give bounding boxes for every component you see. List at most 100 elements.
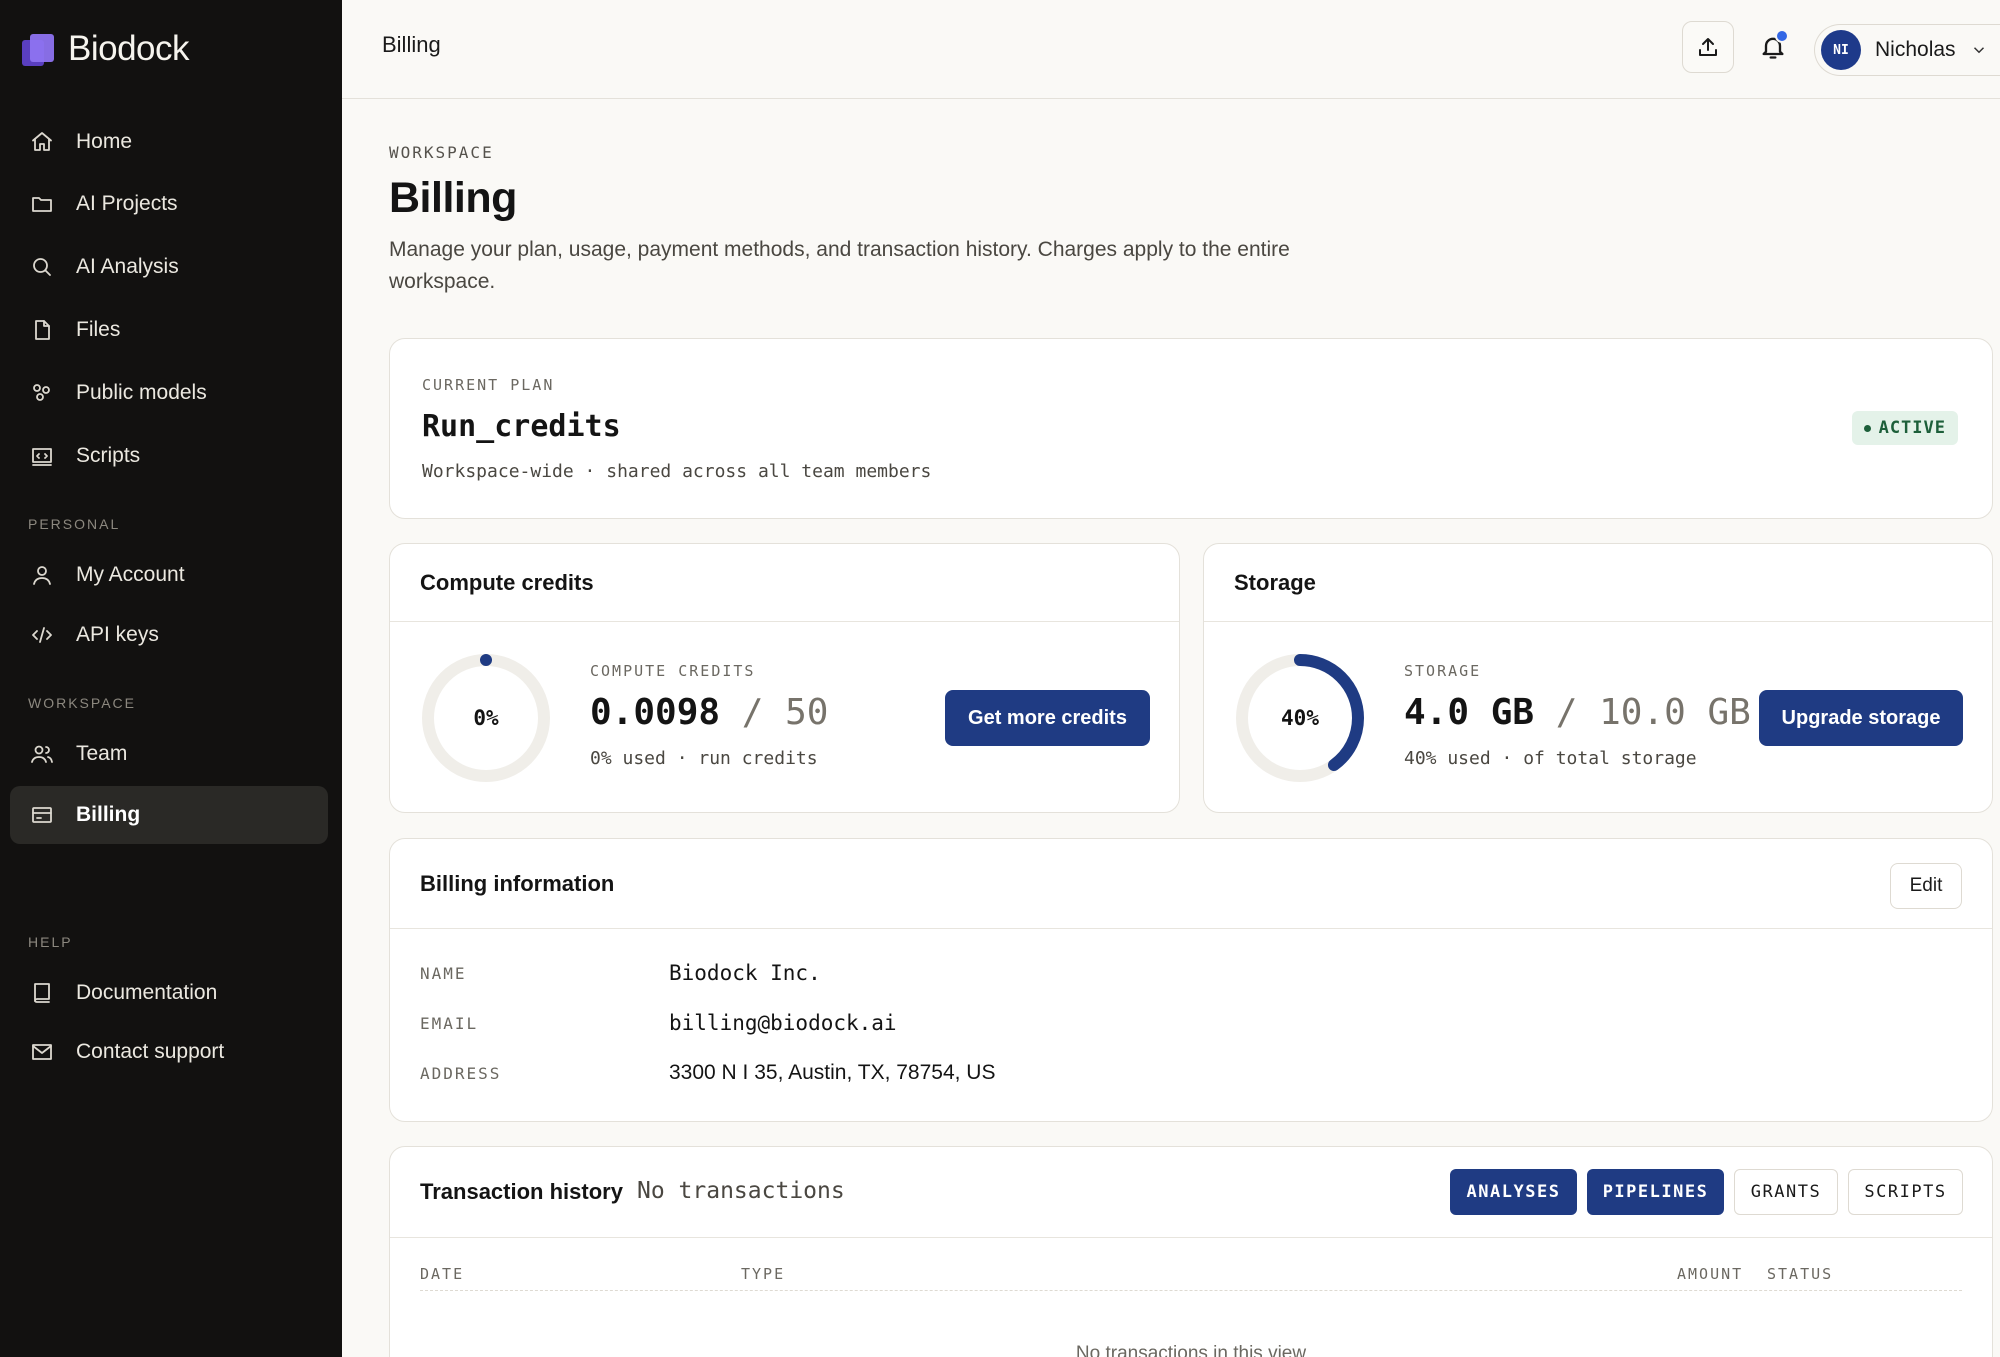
transaction-divider: [390, 1237, 1992, 1238]
edit-billing-button[interactable]: Edit: [1890, 863, 1962, 909]
compute-separator: /: [741, 692, 764, 733]
billing-address-key: ADDRESS: [420, 1064, 502, 1083]
code-icon: [30, 623, 54, 647]
compute-total: 50: [785, 692, 829, 733]
storage-total: 10.0 GB: [1599, 692, 1751, 733]
compute-credits-title: Compute credits: [390, 544, 1179, 622]
billing-information-card: Billing information Edit NAME Biodock In…: [389, 838, 1993, 1122]
sidebar-item-scripts[interactable]: Scripts: [10, 429, 328, 483]
team-icon: [30, 742, 54, 766]
brand-name: Biodock: [68, 29, 190, 68]
sidebar-item-ai-projects[interactable]: AI Projects: [10, 177, 328, 231]
compute-percent-label: 0%: [473, 706, 499, 730]
user-name: Nicholas: [1875, 38, 1956, 61]
sidebar-item-label: AI Projects: [76, 192, 178, 215]
page-description: Manage your plan, usage, payment methods…: [389, 238, 1290, 293]
sidebar-item-label: Team: [76, 742, 128, 765]
empty-state-message: No transactions in this view: [1075, 1343, 1307, 1357]
upgrade-storage-button[interactable]: Upgrade storage: [1759, 690, 1963, 746]
filter-grants[interactable]: GRANTS: [1734, 1169, 1838, 1215]
column-header-date: DATE: [420, 1265, 465, 1283]
billing-information-title: Billing information: [390, 839, 1992, 929]
column-header-type: TYPE: [741, 1265, 786, 1283]
sidebar-item-label: Home: [76, 130, 133, 153]
compute-usage-ring: 0%: [420, 652, 552, 784]
section-heading-workspace: WORKSPACE: [28, 695, 136, 711]
sidebar-item-label: Contact support: [76, 1040, 225, 1063]
notifications-button[interactable]: [1753, 27, 1793, 67]
storage-card: Storage 40% STORAGE 4.0 GB / 10.0 GB 40%…: [1203, 543, 1993, 813]
book-icon: [30, 981, 54, 1005]
status-badge: ACTIVE: [1851, 411, 1958, 445]
billing-email-key: EMAIL: [420, 1014, 479, 1033]
notification-dot: [1775, 29, 1789, 43]
billing-email-value: billing@biodock.ai: [669, 1011, 897, 1035]
transaction-history-card: Transaction history No transactions ANAL…: [389, 1146, 1993, 1357]
sidebar-item-label: AI Analysis: [76, 255, 179, 278]
storage-usage-ring: 40%: [1234, 652, 1366, 784]
transaction-history-title: Transaction history: [420, 1179, 623, 1204]
filter-analyses[interactable]: ANALYSES: [1450, 1169, 1577, 1215]
status-text: ACTIVE: [1878, 418, 1946, 438]
sidebar-item-label: Documentation: [76, 981, 218, 1004]
scripts-icon: [30, 444, 54, 468]
top-header: Billing NI Nicholas: [342, 0, 2000, 99]
current-plan-card: CURRENT PLAN Run_credits Workspace-wide …: [389, 338, 1993, 519]
upload-button[interactable]: [1682, 21, 1734, 73]
page-eyebrow: WORKSPACE: [389, 143, 494, 162]
upload-icon: [1699, 38, 1717, 56]
mail-icon: [30, 1040, 54, 1064]
chevron-down-icon: [1973, 47, 1984, 54]
filter-pipelines[interactable]: PIPELINES: [1587, 1169, 1724, 1215]
avatar: NI: [1821, 30, 1861, 70]
sidebar-item-label: Files: [76, 318, 121, 341]
sidebar-item-label: My Account: [76, 563, 185, 586]
home-icon: [30, 130, 54, 154]
filter-scripts[interactable]: SCRIPTS: [1848, 1169, 1963, 1215]
sidebar-item-ai-analysis[interactable]: AI Analysis: [10, 240, 328, 294]
billing-name-value: Biodock Inc.: [669, 961, 821, 985]
storage-used: 4.0 GB: [1404, 692, 1535, 733]
billing-address-value: 3300 N I 35, Austin, TX, 78754, US: [669, 1061, 996, 1084]
sidebar-item-my-account[interactable]: My Account: [10, 548, 328, 602]
search-icon: [30, 255, 54, 279]
folder-icon: [30, 192, 54, 216]
models-icon: [30, 381, 54, 405]
brand[interactable]: Biodock: [22, 28, 190, 70]
plan-subtitle: Workspace-wide · shared across all team …: [422, 461, 932, 482]
sidebar-item-public-models[interactable]: Public models: [10, 366, 328, 420]
sidebar-item-documentation[interactable]: Documentation: [10, 966, 328, 1020]
storage-metric-label: STORAGE: [1404, 662, 1482, 680]
plan-label: CURRENT PLAN: [422, 376, 555, 394]
storage-metric-value: 4.0 GB / 10.0 GB: [1404, 692, 1751, 733]
compute-metric-label: COMPUTE CREDITS: [590, 662, 756, 680]
plan-name: Run_credits: [422, 409, 621, 444]
sidebar-item-home[interactable]: Home: [10, 115, 328, 169]
card-icon: [30, 803, 54, 827]
compute-credits-card: Compute credits 0% COMPUTE CREDITS 0.009…: [389, 543, 1180, 813]
sidebar-item-label: Scripts: [76, 444, 141, 467]
sidebar-item-contact-support[interactable]: Contact support: [10, 1025, 328, 1079]
column-header-status: STATUS: [1767, 1265, 1834, 1283]
file-icon: [30, 318, 54, 342]
compute-used: 0.0098: [590, 692, 721, 733]
sidebar: Biodock Home AI Projects AI Analysis Fil…: [0, 0, 342, 1357]
sidebar-item-label: API keys: [76, 623, 159, 646]
get-more-credits-button[interactable]: Get more credits: [945, 690, 1150, 746]
biodock-logo-icon: [22, 32, 56, 66]
sidebar-item-api-keys[interactable]: API keys: [10, 608, 328, 662]
compute-metric-sub: 0% used · run credits: [590, 748, 818, 769]
column-header-underline: [420, 1290, 1962, 1291]
storage-title: Storage: [1204, 544, 1992, 622]
sidebar-item-billing[interactable]: Billing: [10, 786, 328, 844]
section-heading-personal: PERSONAL: [28, 516, 121, 532]
storage-percent-label: 40%: [1281, 706, 1319, 730]
billing-name-key: NAME: [420, 964, 467, 983]
user-menu[interactable]: NI Nicholas: [1814, 24, 2000, 76]
sidebar-item-files[interactable]: Files: [10, 303, 328, 357]
compute-metric-value: 0.0098 / 50: [590, 692, 828, 733]
column-header-amount: AMOUNT: [1677, 1265, 1744, 1283]
transaction-history-subtitle: No transactions: [637, 1178, 845, 1204]
storage-separator: /: [1555, 692, 1578, 733]
sidebar-item-team[interactable]: Team: [10, 727, 328, 781]
